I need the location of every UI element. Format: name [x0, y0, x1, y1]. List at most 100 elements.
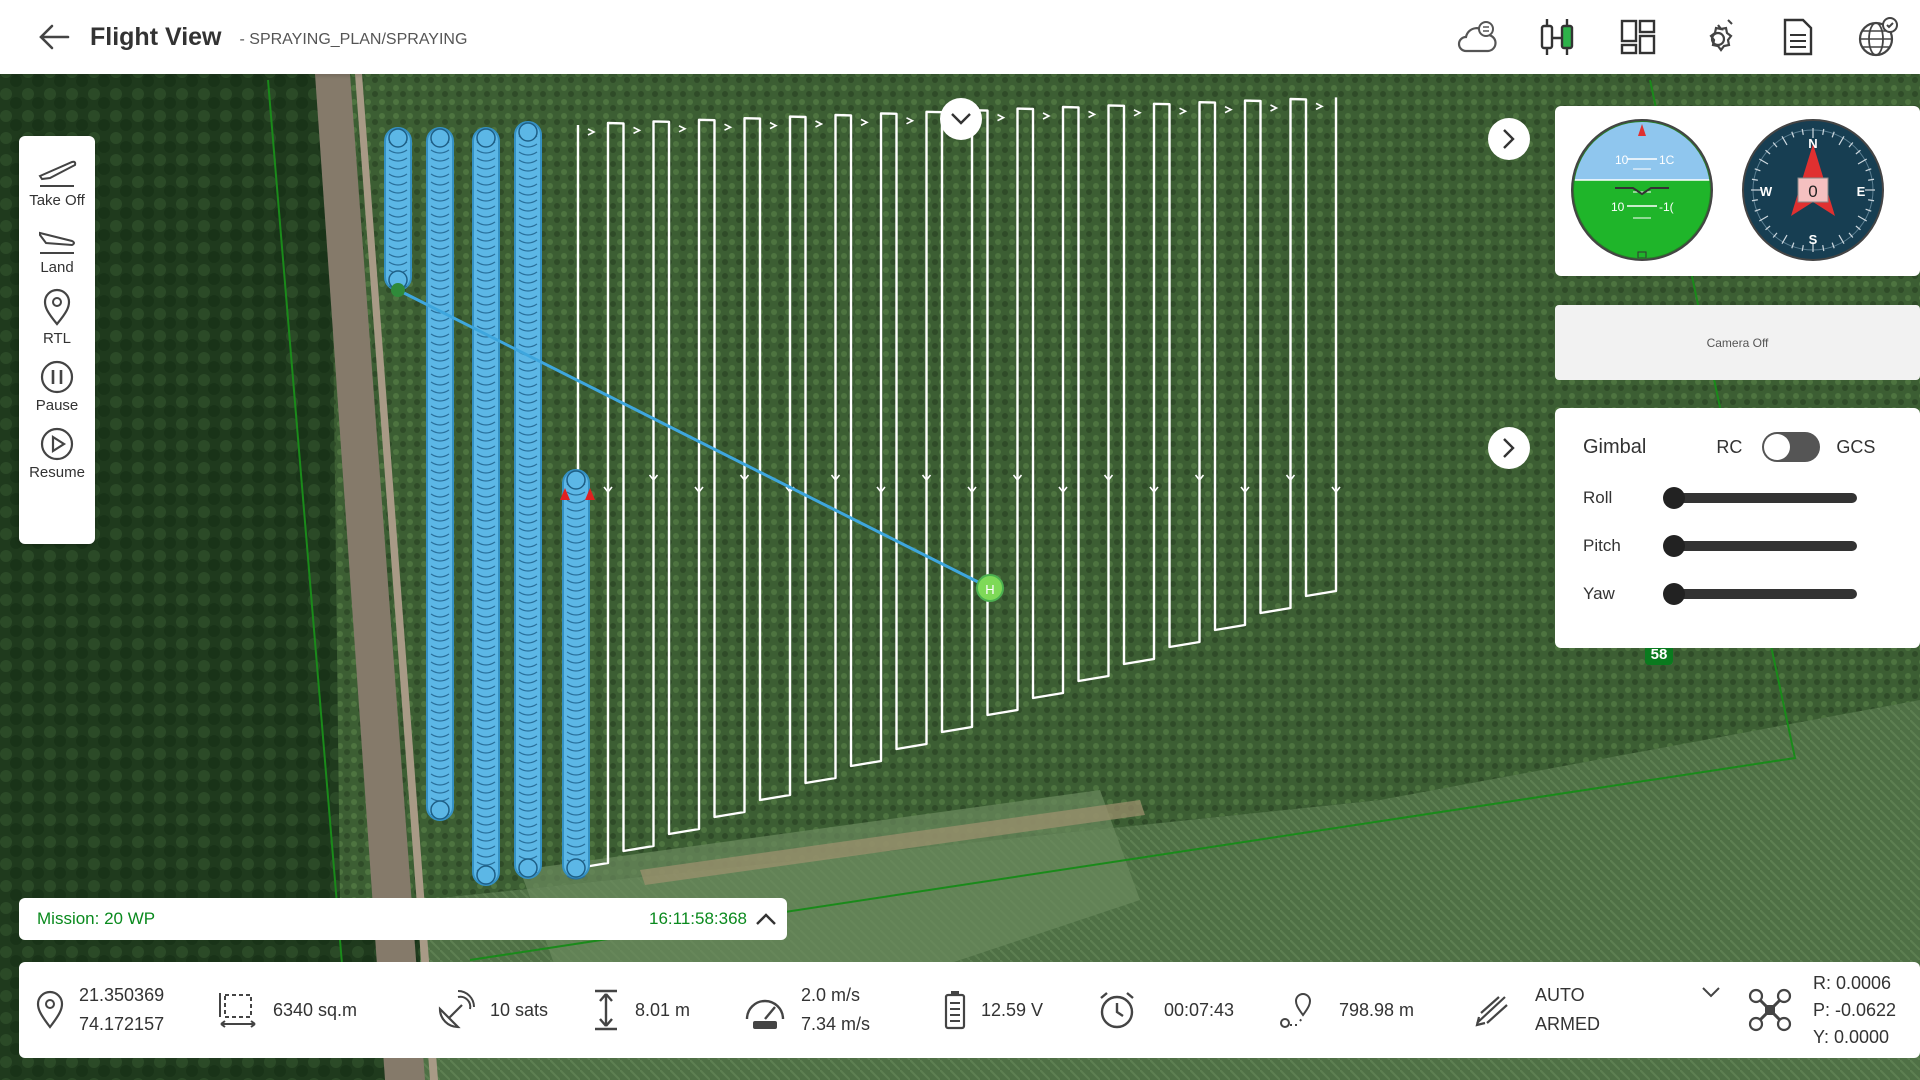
- flight-mode-readout: AUTO ARMED: [1471, 962, 1600, 1058]
- heading-value: 0: [1808, 182, 1817, 201]
- roll-value: R: 0.0006: [1813, 972, 1892, 993]
- position-readout: 21.350369 74.172157: [35, 962, 164, 1058]
- log-button[interactable]: [1770, 10, 1826, 64]
- weather-sync-button[interactable]: [1450, 10, 1506, 64]
- distance-value: 798.98 m: [1339, 999, 1415, 1020]
- compass-west: W: [1760, 184, 1773, 199]
- layout-button[interactable]: [1610, 10, 1666, 64]
- camera-status: Camera Off: [1706, 335, 1769, 350]
- gimbal-gcs-label: GCS: [1836, 436, 1876, 457]
- svg-text:H: H: [985, 582, 994, 597]
- mission-time: 16:11:58:368: [649, 909, 747, 928]
- telemetry-link-button[interactable]: [1530, 10, 1586, 64]
- flight-mode-value: AUTO: [1535, 985, 1585, 1005]
- settings-icon: [1709, 19, 1733, 52]
- takeoff-button[interactable]: Take Off: [29, 154, 85, 209]
- pause-label: Pause: [35, 397, 79, 414]
- chevron-right-icon: [1503, 438, 1515, 458]
- header-toolbar: [1450, 10, 1906, 64]
- longitude-value: 74.172157: [79, 1014, 165, 1034]
- mission-label: Mission: 20 WP: [37, 909, 156, 928]
- ground-speed-value: 2.0 m/s: [801, 985, 861, 1005]
- alarm-clock-icon: [1100, 992, 1134, 1029]
- ahrs-tick-3: 10: [1611, 200, 1625, 214]
- flight-actions-panel: Take Off Land RTL Pause Resume: [19, 136, 95, 544]
- map-globe-icon: [1858, 17, 1898, 57]
- area-value: 6340 sq.m: [273, 999, 358, 1020]
- gimbal-rc-label: RC: [1716, 436, 1743, 457]
- satellite-dish-icon: [438, 990, 475, 1029]
- yaw-slider-handle[interactable]: [1663, 583, 1685, 605]
- gimbal-header: Gimbal RC GCS: [1583, 432, 1893, 462]
- rtl-button[interactable]: RTL: [41, 288, 73, 347]
- gimbal-yaw-row: Yaw: [1583, 583, 1893, 605]
- attitude-readout: R: 0.0006 P: -0.0622 Y: 0.0000: [1747, 962, 1896, 1058]
- roll-label: Roll: [1583, 488, 1613, 507]
- takeoff-label: Take Off: [29, 192, 85, 209]
- resume-button[interactable]: Resume: [29, 426, 85, 481]
- battery-icon: [944, 991, 966, 1030]
- page-title: Flight View: [90, 22, 222, 51]
- altitude-value: 8.01 m: [635, 999, 691, 1020]
- compass-south: S: [1809, 232, 1818, 247]
- compass-north: N: [1808, 136, 1817, 151]
- yaw-label: Yaw: [1583, 584, 1615, 603]
- yaw-slider[interactable]: [1663, 583, 1857, 605]
- yaw-value: Y: 0.0000: [1813, 1026, 1890, 1047]
- gps-readout: 10 sats: [434, 962, 548, 1058]
- map-globe-button[interactable]: [1850, 10, 1906, 64]
- location-pin-icon: [43, 288, 71, 326]
- compass-east: E: [1857, 184, 1866, 199]
- pitch-slider-handle[interactable]: [1663, 535, 1685, 557]
- battery-readout: 12.59 V: [943, 962, 1043, 1058]
- flight-timer-readout: 00:07:43: [1096, 962, 1234, 1058]
- speedometer-icon: [745, 999, 785, 1029]
- satellites-value: 10 sats: [490, 999, 549, 1020]
- back-button[interactable]: [28, 11, 80, 63]
- chevron-down-icon: [951, 113, 971, 125]
- chevron-right-icon: [1503, 129, 1515, 149]
- timer-value: 00:07:43: [1164, 999, 1235, 1020]
- plan-path: - SPRAYING_PLAN/SPRAYING: [239, 31, 468, 48]
- ahrs-tick-2: 1C: [1659, 153, 1675, 167]
- pause-button[interactable]: Pause: [35, 359, 79, 414]
- pitch-slider[interactable]: [1663, 535, 1857, 557]
- gimbal-collapse-button[interactable]: [1488, 427, 1530, 469]
- armed-status: ARMED: [1535, 1014, 1601, 1034]
- land-button[interactable]: Land: [36, 221, 78, 276]
- altitude-readout: 8.01 m: [591, 962, 690, 1058]
- chevron-down-icon: [1702, 987, 1720, 998]
- roll-slider-handle[interactable]: [1663, 487, 1685, 509]
- altitude-icon: [595, 989, 617, 1031]
- mission-expand-button[interactable]: [751, 904, 781, 934]
- play-icon: [40, 427, 74, 461]
- air-speed-value: 7.34 m/s: [801, 1014, 871, 1034]
- settings-button[interactable]: [1690, 10, 1746, 64]
- roll-slider[interactable]: [1663, 487, 1857, 509]
- area-readout: 6340 sq.m: [217, 962, 357, 1058]
- ahrs-tick-4: -1(: [1659, 200, 1674, 214]
- telemetry-link-icon: [1540, 19, 1574, 55]
- pitch-label: Pitch: [1583, 536, 1621, 555]
- layout-icon: [1620, 19, 1656, 55]
- flight-view-screen: H Flight View - SPRAYING_PLAN/SPRAYING T…: [0, 0, 1920, 1080]
- land-label: Land: [40, 259, 74, 276]
- gimbal-mode-toggle[interactable]: [1762, 432, 1821, 462]
- collapse-top-button[interactable]: [940, 98, 982, 140]
- top-bar: Flight View - SPRAYING_PLAN/SPRAYING: [0, 0, 1920, 74]
- quadcopter-icon: [1748, 988, 1792, 1032]
- resume-label: Resume: [29, 464, 85, 481]
- distance-readout: 798.98 m: [1275, 962, 1414, 1058]
- land-icon: [39, 231, 75, 254]
- log-icon: [1783, 18, 1813, 56]
- area-icon: [219, 993, 256, 1028]
- chevron-up-icon: [756, 913, 776, 925]
- voltage-value: 12.59 V: [981, 999, 1044, 1020]
- compass: 0 N S E W: [1742, 119, 1884, 261]
- pause-icon: [40, 360, 74, 394]
- rtl-label: RTL: [42, 330, 72, 347]
- flight-mode-dropdown[interactable]: [1701, 962, 1721, 1058]
- gimbal-panel: Gimbal RC GCS Roll Pitch Yaw: [1555, 408, 1920, 648]
- hud-collapse-button[interactable]: [1488, 118, 1530, 160]
- camera-feed-panel[interactable]: Camera Off: [1555, 305, 1920, 380]
